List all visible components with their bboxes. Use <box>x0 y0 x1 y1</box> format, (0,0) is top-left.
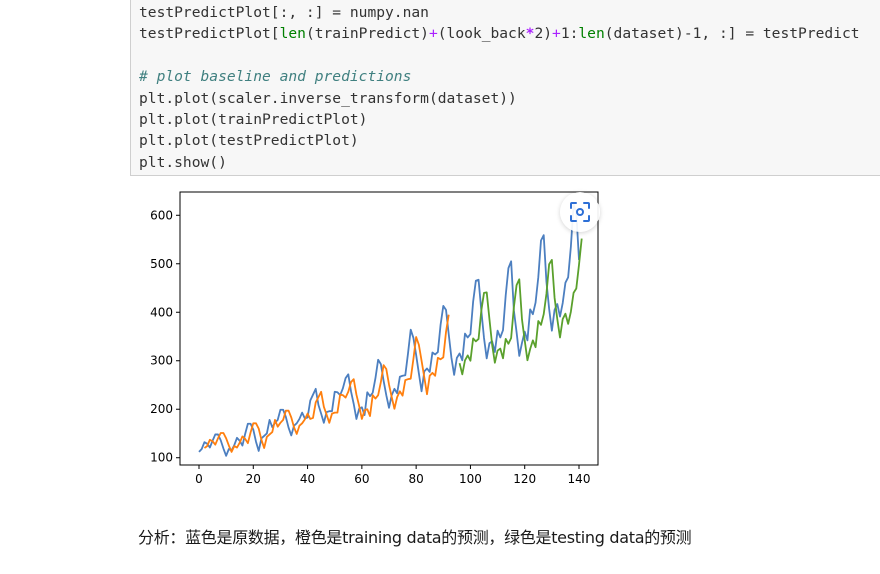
code-token: len <box>578 25 605 43</box>
code-token: len <box>279 25 306 43</box>
x-tick-label: 60 <box>354 472 369 486</box>
y-tick-label: 400 <box>150 305 173 319</box>
focus-expand-icon <box>570 202 590 222</box>
code-line: plt.plot(trainPredictPlot) <box>139 111 368 129</box>
code-token: 1: <box>560 25 579 43</box>
series-line-2 <box>458 238 583 376</box>
y-tick-label: 300 <box>150 354 173 368</box>
code-token: + <box>552 25 561 43</box>
x-tick-label: 100 <box>459 472 482 486</box>
code-line: plt.show() <box>139 153 227 171</box>
x-tick-label: 80 <box>409 472 424 486</box>
x-tick-label: 120 <box>513 472 536 486</box>
expand-image-button[interactable] <box>560 192 600 232</box>
x-tick-label: 140 <box>568 472 591 486</box>
code-line: plt.plot(scaler.inverse_transform(datase… <box>139 89 517 107</box>
code-token: (trainPredict) <box>305 25 429 43</box>
code-line: testPredictPlot[:, :] = numpy.nan <box>139 4 429 21</box>
code-cell[interactable]: testPredictPlot[:, :] = numpy.nan testPr… <box>130 0 880 176</box>
code-editor[interactable]: testPredictPlot[:, :] = numpy.nan testPr… <box>131 0 880 173</box>
code-token: + <box>428 25 438 43</box>
y-tick-label: 200 <box>150 402 173 416</box>
code-token: (look_back <box>437 25 526 43</box>
code-line: plt.plot(testPredictPlot) <box>139 132 359 150</box>
axes-frame <box>179 191 599 466</box>
analysis-caption: 分析：蓝色是原数据，橙色是training data的预测，绿色是testing… <box>138 528 692 547</box>
code-token: (dataset)-1, :] = testPredict <box>604 25 860 43</box>
code-comment: # plot baseline and predictions <box>139 68 412 86</box>
y-tick-label: 100 <box>150 451 173 465</box>
plot-output: 0 20 40 60 80 100 120 140 100 200 300 400 500 600 <box>130 188 610 498</box>
x-tick-label: 0 <box>195 472 203 486</box>
x-tick-label: 20 <box>246 472 261 486</box>
x-tick-label: 40 <box>300 472 315 486</box>
line-chart: 0 20 40 60 80 100 120 140 100 200 300 400 500 600 <box>150 191 599 486</box>
series-line-0 <box>198 203 580 457</box>
code-line: testPredictPlot[len(trainPredict)+(look_… <box>139 25 860 42</box>
code-token: testPredictPlot[ <box>139 25 280 43</box>
y-tick-label: 500 <box>150 257 173 271</box>
y-tick-label: 600 <box>150 208 173 222</box>
code-token: 2) <box>534 25 553 43</box>
